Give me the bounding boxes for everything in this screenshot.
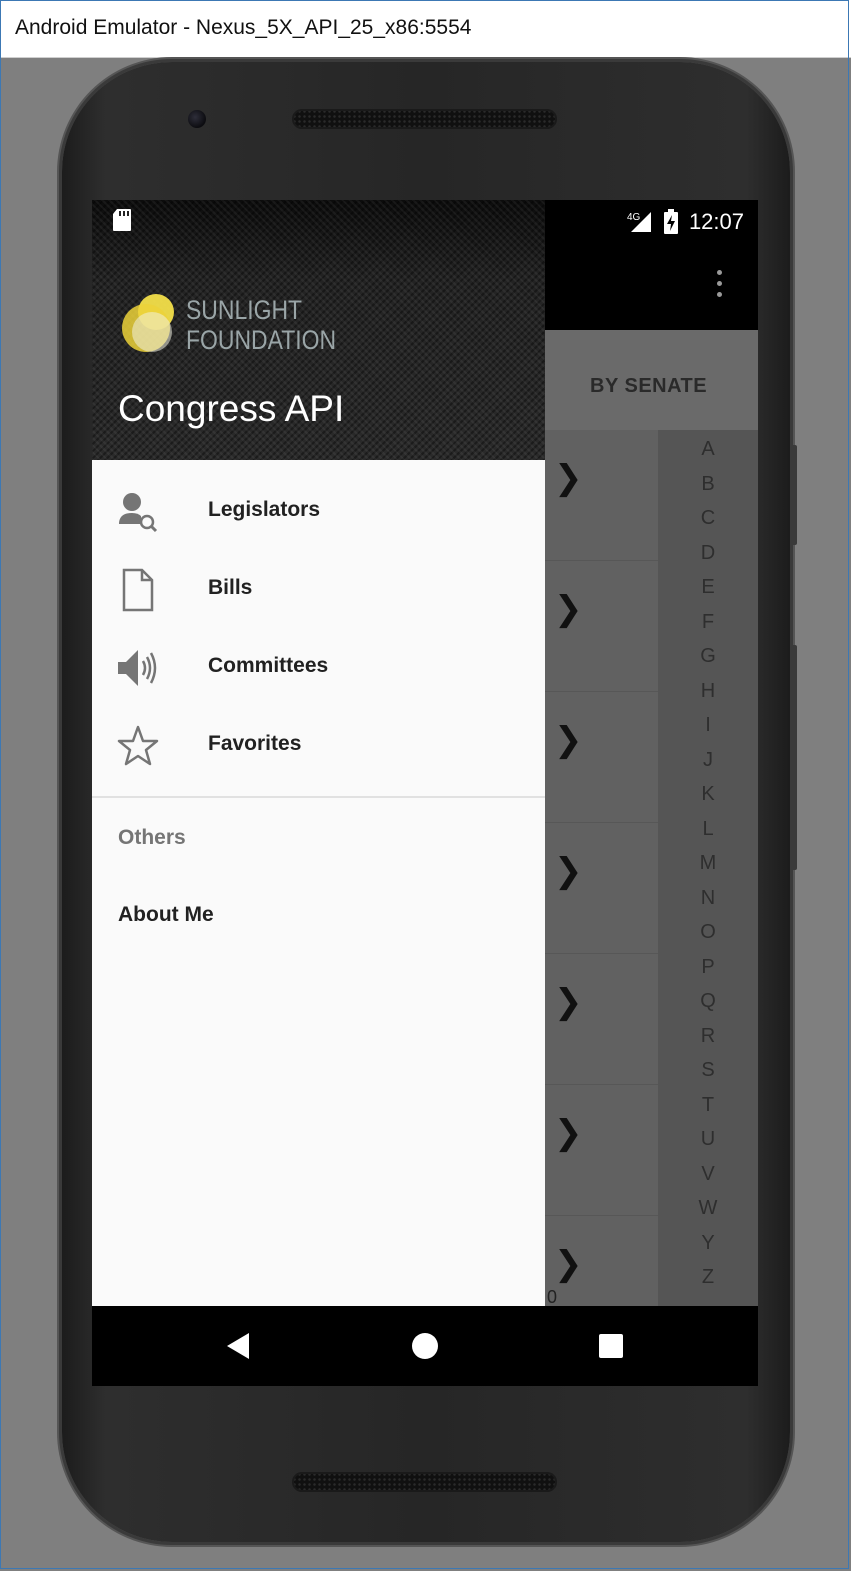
logo-line-2: FOUNDATION [186,325,337,355]
logo-line-1: SUNLIGHT [186,295,303,325]
partial-row-text: 0 [547,1287,558,1307]
index-letter[interactable]: Z [658,1266,758,1289]
index-letter[interactable]: K [658,783,758,806]
drawer-item-bills[interactable]: Bills [92,550,545,628]
drawer-header: SUNLIGHT FOUNDATION Congress API [92,200,545,460]
index-letter[interactable]: J [658,749,758,772]
bottom-speaker-grille [292,1472,557,1492]
index-letter[interactable]: R [658,1025,758,1048]
drawer-item-legislators[interactable]: Legislators [92,472,545,550]
drawer-item-label: Legislators [208,498,321,521]
navigation-drawer: SUNLIGHT FOUNDATION Congress API Legisla… [92,200,545,1306]
front-camera [188,110,206,128]
index-letter[interactable]: S [658,1059,758,1082]
drawer-item-favorites[interactable]: Favorites [92,706,545,784]
cell-signal-icon: 4G [627,212,651,232]
index-letter[interactable]: F [658,611,758,634]
drawer-item-label: Favorites [208,732,302,755]
device-screen: BY SENATE ❯ ❯ ❯ ❯ ❯ ❯ ❯ ABCDEFGHIJKLMNOPQRSTUV… [92,200,758,1386]
sun-circles-icon [122,294,174,352]
index-letter[interactable]: Y [658,1232,758,1255]
index-letter[interactable]: H [658,680,758,703]
index-letter[interactable]: T [658,1094,758,1117]
index-letter[interactable]: C [658,507,758,530]
section-header-others: Others [118,826,186,849]
window-title: Android Emulator - Nexus_5X_API_25_x86:5… [15,16,472,39]
index-letter[interactable]: I [658,714,758,737]
star-icon [117,725,159,766]
app-name: Congress API [118,388,345,429]
overflow-menu-icon[interactable] [717,270,725,303]
system-navigation-bar [92,1306,758,1386]
volume-button[interactable] [791,645,797,870]
window-titlebar: Android Emulator - Nexus_5X_API_25_x86:5… [0,0,851,58]
chevron-right-icon: ❯ [554,1113,583,1153]
drawer-item-committees[interactable]: Committees [92,628,545,706]
drawer-item-label: Bills [208,576,253,599]
index-letter[interactable]: A [658,438,758,461]
index-letter[interactable]: N [658,887,758,910]
battery-charging-icon [663,209,678,234]
chevron-right-icon: ❯ [554,720,583,760]
index-letter[interactable]: L [658,818,758,841]
index-letter[interactable]: E [658,576,758,599]
chevron-right-icon: ❯ [554,589,583,629]
network-type: 4G [627,212,641,223]
chevron-right-icon: ❯ [554,1244,583,1284]
alphabet-index-bar[interactable]: ABCDEFGHIJKLMNOPQRSTUVWYZ [658,430,758,1306]
home-icon[interactable] [412,1333,438,1359]
back-icon[interactable] [225,1331,251,1361]
power-button[interactable] [791,445,797,545]
drawer-divider [92,796,545,798]
drawer-item-about-me[interactable]: About Me [118,903,214,927]
top-speaker-grille [292,109,557,129]
index-letter[interactable]: V [658,1163,758,1186]
tab-by-senate[interactable]: BY SENATE [590,375,707,398]
sd-card-icon [113,209,131,231]
status-bar-right: 4G 12:07 [627,208,744,236]
index-letter[interactable]: P [658,956,758,979]
index-letter[interactable]: B [658,473,758,496]
sunlight-foundation-logo: SUNLIGHT FOUNDATION [118,290,358,360]
status-time: 12:07 [688,209,744,234]
index-letter[interactable]: Q [658,990,758,1013]
index-letter[interactable]: W [658,1197,758,1220]
drawer-item-label: Committees [208,654,329,677]
index-letter[interactable]: D [658,542,758,565]
index-letter[interactable]: U [658,1128,758,1151]
index-letter[interactable]: O [658,921,758,944]
speaker-icon [118,650,157,686]
chevron-right-icon: ❯ [554,982,583,1022]
legislator-search-icon [119,493,158,533]
document-icon [122,568,154,612]
index-letter[interactable]: M [658,852,758,875]
chevron-right-icon: ❯ [554,851,583,891]
index-letter[interactable]: G [658,645,758,668]
chevron-right-icon: ❯ [554,458,583,498]
recent-apps-icon[interactable] [599,1334,623,1358]
